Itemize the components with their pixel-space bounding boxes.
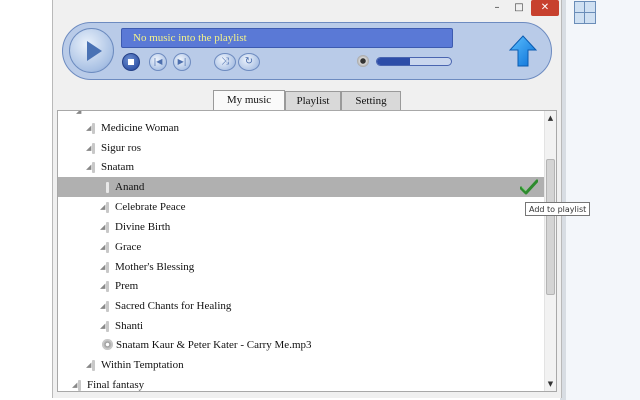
volume-level xyxy=(377,58,411,65)
expand-arrow-icon: ◢ xyxy=(72,381,78,389)
expand-arrow-icon: ◢ xyxy=(100,302,106,310)
tab-playlist[interactable]: Playlist xyxy=(285,91,341,111)
list-item[interactable]: ◢ Divine Birth xyxy=(58,217,544,237)
folder-icon xyxy=(106,321,109,332)
list-item[interactable]: ◢ Final fantasy xyxy=(58,375,544,391)
repeat-icon: ↻ xyxy=(244,56,254,67)
next-icon: ▶| xyxy=(177,57,187,66)
list-item[interactable]: ◢ Celebrate Peace xyxy=(58,197,544,217)
play-icon xyxy=(87,41,102,61)
player-panel: No music into the playlist |◀ ▶| ⤨ ↻ xyxy=(62,22,552,80)
minimize-button[interactable]: – xyxy=(487,0,507,16)
expand-arrow-icon: ◢ xyxy=(100,243,106,251)
next-button[interactable]: ▶| xyxy=(173,53,191,71)
scroll-thumb[interactable] xyxy=(546,159,555,295)
expand-arrow-icon: ◢ xyxy=(86,163,92,171)
scroll-up-button[interactable]: ▲ xyxy=(545,112,556,124)
folder-icon xyxy=(106,301,109,312)
list-item-label: Snatam Kaur & Peter Kater - Carry Me.mp3 xyxy=(116,339,312,351)
stop-button[interactable] xyxy=(122,53,140,71)
expand-arrow-icon: ◢ xyxy=(86,144,92,152)
audio-file-icon xyxy=(102,339,113,350)
list-item[interactable]: ◢ Medicine Woman xyxy=(58,118,544,138)
list-item-label: Anand xyxy=(115,181,145,193)
list-item[interactable]: ◢ Sacred Chants for Healing xyxy=(58,296,544,316)
folder-icon xyxy=(92,143,95,154)
list-item-label: Prem xyxy=(115,280,139,292)
list-item-label: Grace xyxy=(115,241,142,253)
folder-icon xyxy=(106,202,109,213)
list-item-label: Within Temptation xyxy=(101,359,184,371)
list-item-partial: ◢ xyxy=(58,111,544,117)
previous-icon: |◀ xyxy=(153,57,163,66)
folder-icon xyxy=(106,222,109,233)
maximize-button[interactable]: □ xyxy=(509,0,529,16)
tab-setting[interactable]: Setting xyxy=(341,91,401,111)
expand-arrow-icon: ◢ xyxy=(100,263,106,271)
upload-arrow-icon[interactable] xyxy=(508,35,538,67)
expand-arrow-icon: ◢ xyxy=(100,203,106,211)
folder-icon xyxy=(106,281,109,292)
add-to-playlist-check-icon[interactable] xyxy=(520,179,538,195)
list-item[interactable]: ◢ Snatam xyxy=(58,157,544,177)
folder-icon xyxy=(92,123,95,134)
folder-icon xyxy=(92,162,95,173)
tab-my-music[interactable]: My music xyxy=(213,90,285,111)
list-item-label: Sacred Chants for Healing xyxy=(115,300,232,312)
desktop-tile-icon xyxy=(584,12,596,24)
folder-icon xyxy=(106,242,109,253)
volume-slider[interactable] xyxy=(376,57,452,66)
list-item-label: Shanti xyxy=(115,320,144,332)
folder-icon xyxy=(106,182,109,193)
list-item[interactable]: ◢ Shanti xyxy=(58,316,544,336)
expand-arrow-icon: ◢ xyxy=(86,124,92,132)
close-button[interactable]: ✕ xyxy=(531,0,559,16)
vertical-scrollbar[interactable]: ▲ ▼ xyxy=(544,111,556,391)
list-item[interactable]: ◢ Within Temptation xyxy=(58,355,544,375)
play-button[interactable] xyxy=(69,28,114,73)
scroll-down-button[interactable]: ▼ xyxy=(545,378,556,390)
shuffle-button[interactable]: ⤨ xyxy=(214,53,236,71)
list-item-label: Mother's Blessing xyxy=(115,261,195,273)
volume-icon xyxy=(357,55,369,67)
list-item-selected[interactable]: Anand xyxy=(58,177,544,197)
music-tree: ◢ ◢ Medicine Woman ◢ Sigur ros ◢ Snatam … xyxy=(57,110,557,392)
list-item-label: Final fantasy xyxy=(87,379,145,391)
previous-button[interactable]: |◀ xyxy=(149,53,167,71)
expand-arrow-icon: ◢ xyxy=(100,322,106,330)
list-item-label: Sigur ros xyxy=(101,142,142,154)
list-item[interactable]: ◢ Mother's Blessing xyxy=(58,257,544,277)
add-to-playlist-tooltip: Add to playlist xyxy=(525,202,591,216)
desktop-background xyxy=(560,0,640,400)
stop-icon xyxy=(128,59,134,65)
shuffle-icon: ⤨ xyxy=(221,56,229,67)
list-item-label: Divine Birth xyxy=(115,221,171,233)
folder-icon xyxy=(92,360,95,371)
list-item-label: Celebrate Peace xyxy=(115,201,186,213)
expand-arrow-icon: ◢ xyxy=(100,282,106,290)
list-item[interactable]: ◢ Prem xyxy=(58,276,544,296)
folder-icon xyxy=(78,380,81,391)
repeat-button[interactable]: ↻ xyxy=(238,53,260,71)
list-item[interactable]: Snatam Kaur & Peter Kater - Carry Me.mp3 xyxy=(58,335,544,355)
expand-arrow-icon: ◢ xyxy=(86,361,92,369)
music-player-window: – □ ✕ No music into the playlist |◀ ▶| ⤨… xyxy=(52,0,562,398)
list-item-label: Snatam xyxy=(101,161,134,173)
now-playing-display: No music into the playlist xyxy=(121,28,453,48)
list-item[interactable]: ◢ Sigur ros xyxy=(58,138,544,158)
expand-arrow-icon: ◢ xyxy=(100,223,106,231)
folder-icon xyxy=(106,262,109,273)
list-item-label: Medicine Woman xyxy=(101,122,180,134)
list-item[interactable]: ◢ Grace xyxy=(58,237,544,257)
